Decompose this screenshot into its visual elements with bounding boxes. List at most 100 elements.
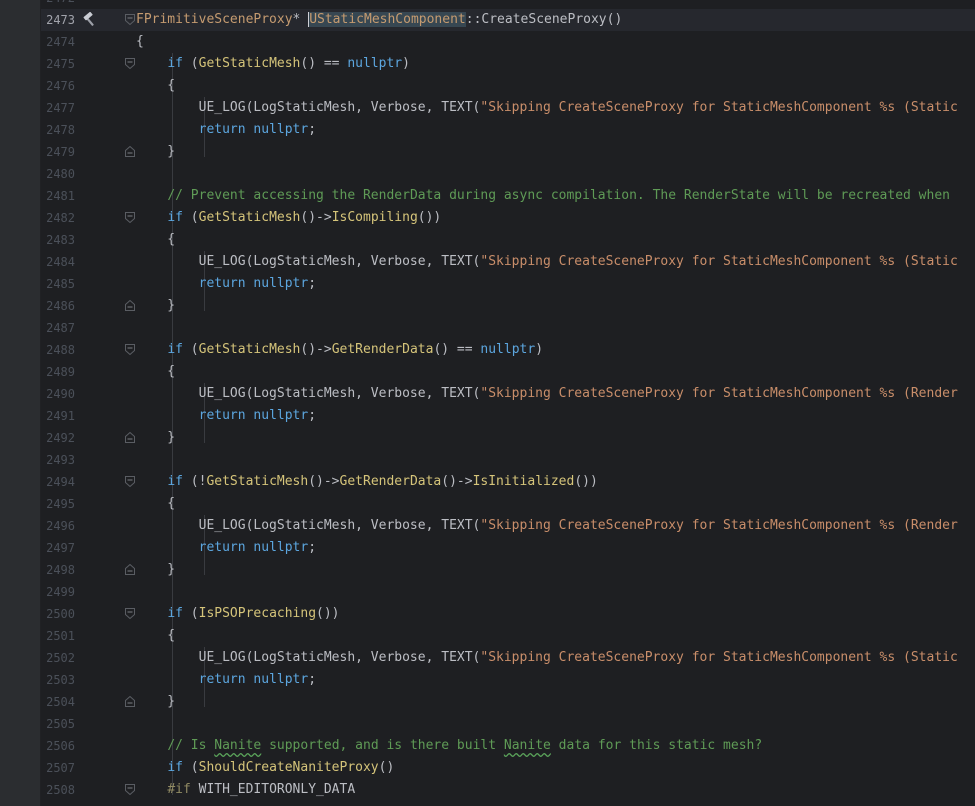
code-line[interactable]: 2506 // Is Nanite supported, and is ther… (41, 735, 975, 757)
code-line[interactable]: 2503 return nullptr; (41, 669, 975, 691)
code-line[interactable]: 2505 (41, 713, 975, 735)
line-number[interactable]: 2487 (41, 317, 75, 339)
line-number[interactable]: 2474 (41, 31, 75, 53)
code-line[interactable]: 2473 FPrimitiveSceneProxy* UStaticMeshCom… (41, 9, 975, 31)
line-number[interactable]: 2506 (41, 735, 75, 757)
code-line[interactable]: 2487 (41, 317, 975, 339)
code-text[interactable]: if (ShouldCreateNaniteProxy() (136, 757, 394, 779)
code-text[interactable]: return nullptr; (136, 405, 316, 427)
line-number[interactable]: 2492 (41, 427, 75, 449)
line-number[interactable]: 2491 (41, 405, 75, 427)
fold-close-icon[interactable] (125, 696, 135, 707)
line-number[interactable]: 2480 (41, 163, 75, 185)
line-number[interactable]: 2475 (41, 53, 75, 75)
line-number[interactable]: 2488 (41, 339, 75, 361)
code-line[interactable]: 2486 } (41, 295, 975, 317)
line-number[interactable]: 2489 (41, 361, 75, 383)
code-line[interactable]: 2479 } (41, 141, 975, 163)
code-line[interactable]: 2483 { (41, 229, 975, 251)
code-text[interactable]: if (GetStaticMesh()->IsCompiling()) (136, 207, 441, 229)
line-number[interactable]: 2477 (41, 97, 75, 119)
code-line[interactable]: 2497 return nullptr; (41, 537, 975, 559)
code-text[interactable]: FPrimitiveSceneProxy* UStaticMeshCompone… (136, 9, 622, 31)
code-line[interactable]: 2489 { (41, 361, 975, 383)
fold-open-icon[interactable] (125, 14, 135, 25)
code-line[interactable]: 2475 if (GetStaticMesh() == nullptr) (41, 53, 975, 75)
code-text[interactable]: UE_LOG(LogStaticMesh, Verbose, TEXT("Ski… (136, 515, 958, 537)
code-line[interactable]: 2508 #if WITH_EDITORONLY_DATA (41, 779, 975, 801)
line-number[interactable]: 2483 (41, 229, 75, 251)
code-line[interactable]: 2474 { (41, 31, 975, 53)
code-text[interactable]: return nullptr; (136, 537, 316, 559)
code-text[interactable]: { (136, 361, 175, 383)
code-line[interactable]: 2495 { (41, 493, 975, 515)
code-text[interactable]: // Is Nanite supported, and is there bui… (136, 735, 762, 757)
code-line[interactable]: 2501 { (41, 625, 975, 647)
line-number[interactable]: 2494 (41, 471, 75, 493)
line-number[interactable]: 2479 (41, 141, 75, 163)
code-text[interactable]: UE_LOG(LogStaticMesh, Verbose, TEXT("Ski… (136, 251, 958, 273)
code-text[interactable]: } (136, 141, 175, 163)
code-text[interactable]: } (136, 295, 175, 317)
code-line[interactable]: 2500 if (IsPSOPrecaching()) (41, 603, 975, 625)
line-number[interactable]: 2500 (41, 603, 75, 625)
code-text[interactable]: return nullptr; (136, 119, 316, 141)
code-line[interactable]: 2478 return nullptr; (41, 119, 975, 141)
code-line[interactable]: 2488 if (GetStaticMesh()->GetRenderData(… (41, 339, 975, 361)
code-line[interactable]: 2477 UE_LOG(LogStaticMesh, Verbose, TEXT… (41, 97, 975, 119)
code-text[interactable]: { (136, 493, 175, 515)
code-line[interactable]: 2502 UE_LOG(LogStaticMesh, Verbose, TEXT… (41, 647, 975, 669)
code-text[interactable]: if (!GetStaticMesh()->GetRenderData()->I… (136, 471, 598, 493)
line-number[interactable]: 2484 (41, 251, 75, 273)
code-line[interactable]: 2485 return nullptr; (41, 273, 975, 295)
code-text[interactable]: UE_LOG(LogStaticMesh, Verbose, TEXT("Ski… (136, 647, 958, 669)
line-number[interactable]: 2493 (41, 449, 75, 471)
line-number[interactable]: 2495 (41, 493, 75, 515)
line-number[interactable]: 2473 (41, 9, 75, 31)
code-line[interactable]: 2490 UE_LOG(LogStaticMesh, Verbose, TEXT… (41, 383, 975, 405)
code-line[interactable]: 2493 (41, 449, 975, 471)
fold-open-icon[interactable] (125, 212, 135, 223)
fold-open-icon[interactable] (125, 784, 135, 795)
line-number[interactable]: 2472 (41, 0, 75, 9)
line-number[interactable]: 2481 (41, 185, 75, 207)
code-line[interactable]: 2507 if (ShouldCreateNaniteProxy() (41, 757, 975, 779)
line-number[interactable]: 2490 (41, 383, 75, 405)
code-text[interactable]: UE_LOG(LogStaticMesh, Verbose, TEXT("Ski… (136, 97, 958, 119)
code-text[interactable]: } (136, 691, 175, 713)
code-text[interactable]: return nullptr; (136, 273, 316, 295)
line-number[interactable]: 2482 (41, 207, 75, 229)
code-line[interactable]: 2482 if (GetStaticMesh()->IsCompiling()) (41, 207, 975, 229)
code-line[interactable]: 2492 } (41, 427, 975, 449)
code-line[interactable]: 2499 (41, 581, 975, 603)
line-number[interactable]: 2497 (41, 537, 75, 559)
line-number[interactable]: 2502 (41, 647, 75, 669)
line-number[interactable]: 2507 (41, 757, 75, 779)
code-text[interactable]: { (136, 625, 175, 647)
code-text[interactable]: { (136, 229, 175, 251)
line-number[interactable]: 2508 (41, 779, 75, 801)
fold-open-icon[interactable] (125, 608, 135, 619)
fold-open-icon[interactable] (125, 58, 135, 69)
line-number[interactable]: 2478 (41, 119, 75, 141)
fold-close-icon[interactable] (125, 432, 135, 443)
code-line[interactable]: 2484 UE_LOG(LogStaticMesh, Verbose, TEXT… (41, 251, 975, 273)
line-number[interactable]: 2496 (41, 515, 75, 537)
code-line[interactable]: 2480 (41, 163, 975, 185)
fold-open-icon[interactable] (125, 344, 135, 355)
line-number[interactable]: 2486 (41, 295, 75, 317)
code-text[interactable]: if (IsPSOPrecaching()) (136, 603, 339, 625)
code-text[interactable]: // Prevent accessing the RenderData duri… (136, 185, 950, 207)
line-number[interactable]: 2498 (41, 559, 75, 581)
line-number[interactable]: 2485 (41, 273, 75, 295)
code-text[interactable]: #if WITH_EDITORONLY_DATA (136, 779, 355, 801)
code-text[interactable]: UE_LOG(LogStaticMesh, Verbose, TEXT("Ski… (136, 383, 958, 405)
line-number[interactable]: 2503 (41, 669, 75, 691)
fold-close-icon[interactable] (125, 146, 135, 157)
line-number[interactable]: 2505 (41, 713, 75, 735)
code-line[interactable]: 2472 (41, 0, 975, 9)
line-number[interactable]: 2501 (41, 625, 75, 647)
code-line[interactable]: 2496 UE_LOG(LogStaticMesh, Verbose, TEXT… (41, 515, 975, 537)
code-line[interactable]: 2476 { (41, 75, 975, 97)
code-line[interactable]: 2498 } (41, 559, 975, 581)
